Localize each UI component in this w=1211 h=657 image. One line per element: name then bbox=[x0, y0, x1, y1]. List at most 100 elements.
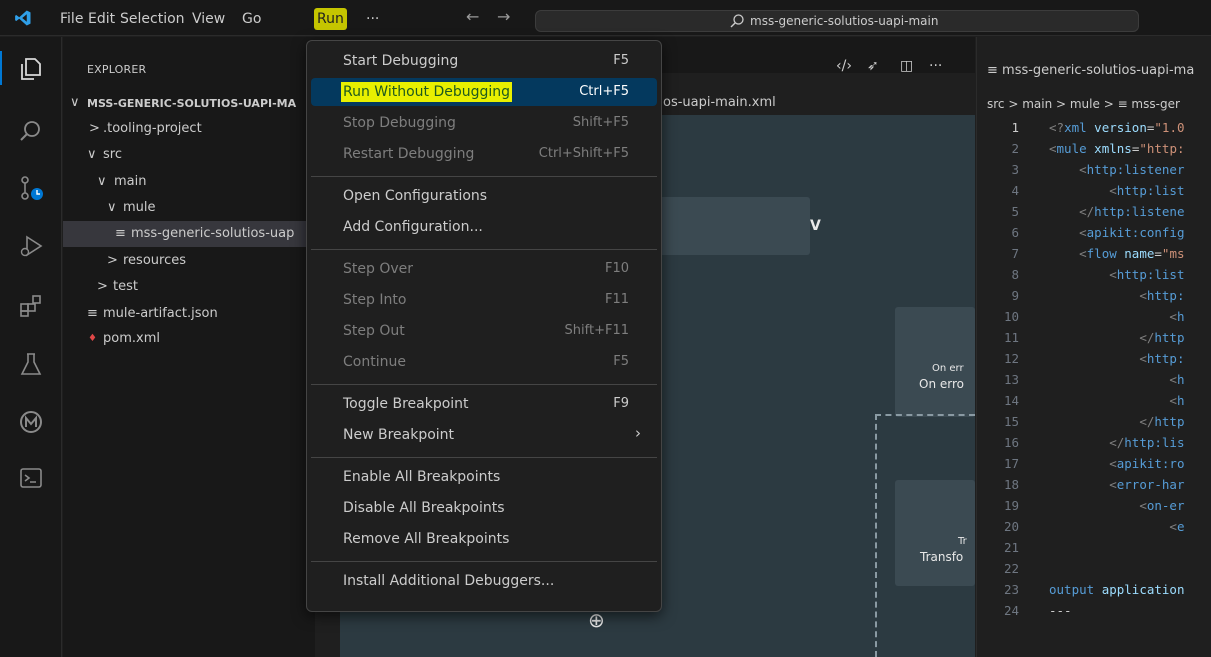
extensions-icon[interactable] bbox=[18, 293, 44, 319]
back-arrow-icon[interactable]: ← bbox=[466, 7, 479, 26]
code-line[interactable]: 1 <?xml version="1.0 bbox=[977, 117, 1211, 138]
line-number: 20 bbox=[1003, 519, 1019, 534]
code-tab-title[interactable]: ≡ mss-generic-solutios-uapi-ma bbox=[987, 63, 1194, 78]
code-line[interactable]: 9 <http: bbox=[977, 285, 1211, 306]
code-line[interactable]: 8 <http:list bbox=[977, 264, 1211, 285]
menu-item-disable-all-breakpoints[interactable]: Disable All Breakpoints bbox=[311, 494, 657, 522]
chevron-right-icon[interactable]: > bbox=[97, 277, 108, 297]
code-view-icon[interactable]: ‹/› bbox=[836, 58, 852, 74]
line-number: 6 bbox=[1011, 225, 1019, 240]
chevron-down-icon[interactable]: ∨ bbox=[87, 145, 97, 165]
on-error-box[interactable] bbox=[895, 307, 975, 417]
menu-item-toggle-breakpoint[interactable]: Toggle Breakpoint F9 bbox=[311, 390, 657, 418]
flow-collapse-chevron-icon[interactable]: V bbox=[810, 218, 821, 234]
menu-separator bbox=[311, 384, 657, 385]
menu-view[interactable]: View bbox=[189, 8, 228, 30]
tree-item-resources[interactable]: resources bbox=[123, 251, 186, 271]
menu-item-new-breakpoint[interactable]: New Breakpoint › bbox=[311, 421, 657, 449]
code-breadcrumb[interactable]: src > main > mule > ≡ mss-ger bbox=[987, 97, 1180, 111]
deploy-rocket-icon[interactable]: ➶ bbox=[867, 58, 879, 74]
menu-item-install-additional-debuggers[interactable]: Install Additional Debuggers... bbox=[311, 567, 657, 595]
code-line[interactable]: 14 <h bbox=[977, 390, 1211, 411]
tree-item-test[interactable]: test bbox=[113, 277, 138, 297]
tree-item-mule-artifact[interactable]: mule-artifact.json bbox=[103, 304, 218, 324]
code-line[interactable]: 21 bbox=[977, 537, 1211, 558]
menu-item-step-over[interactable]: Step Over F10 bbox=[311, 255, 657, 283]
more-actions-icon[interactable]: ··· bbox=[929, 58, 942, 74]
line-number: 5 bbox=[1011, 204, 1019, 219]
menu-item-shortcut: F5 bbox=[613, 53, 629, 68]
tree-item-mss-xml[interactable]: mss-generic-solutios-uap bbox=[131, 224, 294, 244]
code-line[interactable]: 22 bbox=[977, 558, 1211, 579]
code-line[interactable]: 15 </http bbox=[977, 411, 1211, 432]
mulesoft-icon[interactable] bbox=[18, 409, 44, 435]
menu-item-label: Step Out bbox=[343, 323, 405, 339]
run-debug-icon[interactable] bbox=[18, 233, 44, 259]
menu-item-step-out[interactable]: Step Out Shift+F11 bbox=[311, 317, 657, 345]
code-line[interactable]: 13 <h bbox=[977, 369, 1211, 390]
search-icon bbox=[730, 14, 744, 28]
code-line[interactable]: 11 </http bbox=[977, 327, 1211, 348]
menu-item-restart-debugging[interactable]: Restart Debugging Ctrl+Shift+F5 bbox=[311, 140, 657, 168]
project-root[interactable]: MSS-GENERIC-SOLUTIOS-UAPI-MA bbox=[87, 94, 296, 114]
menu-file[interactable]: File bbox=[57, 8, 86, 30]
menu-item-stop-debugging[interactable]: Stop Debugging Shift+F5 bbox=[311, 109, 657, 137]
chevron-right-icon[interactable]: > bbox=[89, 119, 100, 139]
code-line[interactable]: 18 <error-har bbox=[977, 474, 1211, 495]
testing-icon[interactable] bbox=[18, 351, 44, 377]
terminal-icon[interactable] bbox=[18, 465, 44, 491]
forward-arrow-icon[interactable]: → bbox=[497, 7, 510, 26]
code-line[interactable]: 24 --- bbox=[977, 600, 1211, 621]
code-line[interactable]: 6 <apikit:config bbox=[977, 222, 1211, 243]
menu-item-enable-all-breakpoints[interactable]: Enable All Breakpoints bbox=[311, 463, 657, 491]
menu-item-remove-all-breakpoints[interactable]: Remove All Breakpoints bbox=[311, 525, 657, 553]
code-text: <apikit:config bbox=[1049, 222, 1184, 243]
menu-item-continue[interactable]: Continue F5 bbox=[311, 348, 657, 376]
chevron-down-icon[interactable]: ∨ bbox=[97, 172, 107, 192]
code-text: <h bbox=[1049, 390, 1184, 411]
code-line[interactable]: 12 <http: bbox=[977, 348, 1211, 369]
tree-item-tooling-project[interactable]: .tooling-project bbox=[103, 119, 202, 139]
code-line[interactable]: 7 <flow name="ms bbox=[977, 243, 1211, 264]
tree-item-pom-xml[interactable]: pom.xml bbox=[103, 329, 160, 349]
vscode-logo-icon[interactable] bbox=[14, 9, 32, 27]
root-chevron-icon[interactable]: ∨ bbox=[70, 93, 80, 113]
code-line[interactable]: 3 <http:listener bbox=[977, 159, 1211, 180]
search-icon[interactable] bbox=[18, 119, 44, 145]
menu-item-run-without-debugging[interactable]: Run Without Debugging Ctrl+F5 bbox=[311, 78, 657, 106]
line-number: 14 bbox=[1003, 393, 1019, 408]
menu-item-label: Disable All Breakpoints bbox=[343, 500, 505, 516]
menu-item-step-into[interactable]: Step Into F11 bbox=[311, 286, 657, 314]
menu-item-open-configurations[interactable]: Open Configurations bbox=[311, 182, 657, 210]
transform-box[interactable] bbox=[895, 480, 975, 586]
menu-run[interactable]: Run bbox=[314, 8, 347, 30]
code-line[interactable]: 2 <mule xmlns="http: bbox=[977, 138, 1211, 159]
menu-item-add-configuration[interactable]: Add Configuration... bbox=[311, 213, 657, 241]
chevron-down-icon[interactable]: ∨ bbox=[107, 198, 117, 218]
editor-breadcrumb[interactable]: os-uapi-main.xml bbox=[663, 95, 776, 110]
source-control-icon[interactable] bbox=[18, 175, 44, 201]
tree-item-main[interactable]: main bbox=[114, 172, 146, 192]
menu-selection[interactable]: Selection bbox=[117, 8, 188, 30]
explorer-icon[interactable] bbox=[18, 56, 44, 82]
menu-go[interactable]: Go bbox=[239, 8, 264, 30]
code-line[interactable]: 23 output application bbox=[977, 579, 1211, 600]
split-editor-icon[interactable]: ◫ bbox=[900, 58, 913, 74]
tree-item-mule[interactable]: mule bbox=[123, 198, 156, 218]
code-line[interactable]: 17 <apikit:ro bbox=[977, 453, 1211, 474]
tree-item-src[interactable]: src bbox=[103, 145, 122, 165]
menu-edit[interactable]: Edit bbox=[85, 8, 118, 30]
code-token: < bbox=[1169, 519, 1177, 534]
code-line[interactable]: 16 </http:lis bbox=[977, 432, 1211, 453]
code-line[interactable]: 19 <on-er bbox=[977, 495, 1211, 516]
code-line[interactable]: 10 <h bbox=[977, 306, 1211, 327]
code-line[interactable]: 5 </http:listene bbox=[977, 201, 1211, 222]
menu-item-start-debugging[interactable]: Start Debugging F5 bbox=[311, 47, 657, 75]
command-center[interactable]: mss-generic-solutios-uapi-main bbox=[535, 10, 1139, 32]
code-token: h bbox=[1176, 309, 1185, 324]
chevron-right-icon[interactable]: > bbox=[107, 251, 118, 271]
code-line[interactable]: 20 <e bbox=[977, 516, 1211, 537]
code-line[interactable]: 4 <http:list bbox=[977, 180, 1211, 201]
menu-more[interactable]: ··· bbox=[363, 8, 382, 30]
